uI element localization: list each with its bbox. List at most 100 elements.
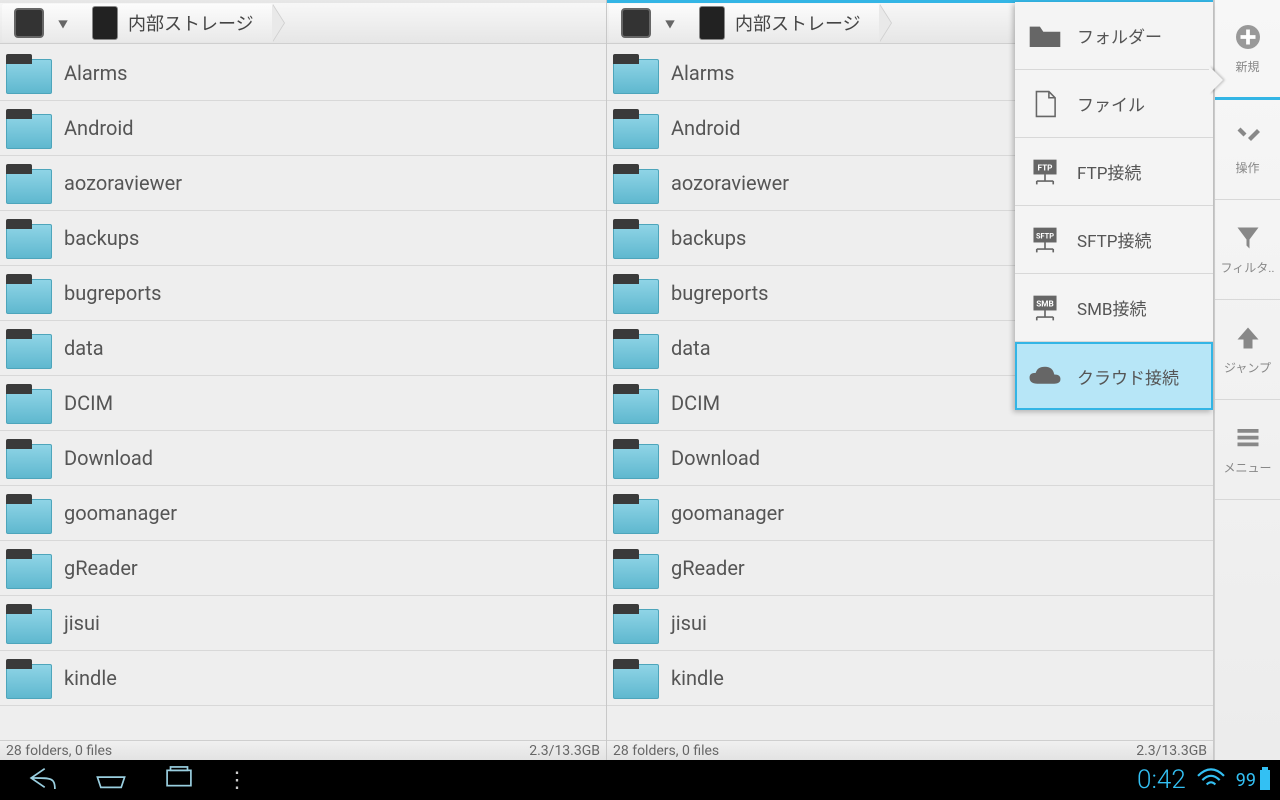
folder-name: backups: [64, 226, 139, 250]
folder-icon: [613, 384, 657, 422]
smb-icon: SMB: [1027, 293, 1063, 323]
breadcrumb-root[interactable]: ▼: [2, 4, 86, 42]
list-item[interactable]: kindle: [607, 651, 1213, 706]
list-item[interactable]: goomanager: [0, 486, 606, 541]
status-bar-right: 28 folders, 0 files 2.3/13.3GB: [607, 740, 1213, 760]
folder-name: DCIM: [671, 391, 720, 415]
folder-icon: [613, 109, 657, 147]
folder-name: data: [671, 336, 711, 360]
battery-indicator: 99: [1236, 770, 1270, 791]
menu-label: クラウド接続: [1077, 364, 1179, 389]
clock: 0:42: [1137, 765, 1186, 795]
storage-icon: [92, 6, 118, 40]
folder-icon: [6, 274, 50, 312]
menu-label: ファイル: [1077, 91, 1145, 116]
menu-label: SMB接続: [1077, 295, 1147, 320]
list-item[interactable]: gReader: [607, 541, 1213, 596]
folder-name: Alarms: [671, 61, 734, 85]
nav-recent-button[interactable]: [162, 765, 196, 795]
folder-icon: [6, 549, 50, 587]
folder-icon: [613, 659, 657, 697]
dropdown-pointer: [1209, 66, 1223, 94]
sidebar-label: 新規: [1235, 58, 1259, 75]
folder-icon: [6, 439, 50, 477]
file-list-left[interactable]: Alarms Androidaozoraviewer backups bugrepor…: [0, 44, 606, 740]
list-item[interactable]: data: [0, 321, 606, 376]
list-item[interactable]: Android: [0, 101, 606, 156]
list-item[interactable]: Download: [0, 431, 606, 486]
status-left: 28 folders, 0 files: [6, 743, 112, 759]
folder-name: backups: [671, 226, 746, 250]
folder-name: data: [64, 336, 104, 360]
list-item[interactable]: Alarms: [0, 46, 606, 101]
breadcrumb-label: 内部ストレージ: [128, 10, 254, 36]
folder-icon: [613, 164, 657, 202]
list-item[interactable]: Download: [607, 431, 1213, 486]
folder-name: Download: [671, 446, 760, 470]
folder-name: bugreports: [671, 281, 768, 305]
storage-icon: [699, 6, 725, 40]
folder-name: bugreports: [64, 281, 161, 305]
folder-icon: [6, 219, 50, 257]
menu-item-smb[interactable]: SMB SMB接続: [1015, 274, 1213, 342]
nav-overflow-icon[interactable]: ⋮: [226, 768, 250, 793]
folder-name: Alarms: [64, 61, 127, 85]
folder-icon: [6, 54, 50, 92]
nav-back-button[interactable]: [26, 765, 60, 795]
folder-icon: [613, 549, 657, 587]
svg-text:FTP: FTP: [1038, 163, 1053, 173]
breadcrumb-storage[interactable]: 内部ストレージ: [80, 4, 272, 42]
menu-item-cloud[interactable]: クラウド接続: [1015, 342, 1213, 410]
breadcrumb-storage[interactable]: 内部ストレージ: [687, 4, 879, 42]
folder-name: Download: [64, 446, 153, 470]
svg-text:SMB: SMB: [1036, 299, 1054, 309]
sidebar-label: メニュー: [1223, 459, 1271, 476]
sidebar-filter[interactable]: フィルタ..: [1215, 200, 1280, 300]
sftp-icon: SFTP: [1027, 225, 1063, 255]
status-left: 28 folders, 0 files: [613, 743, 719, 759]
folder-icon: [613, 54, 657, 92]
status-right: 2.3/13.3GB: [1136, 743, 1207, 759]
list-item[interactable]: aozoraviewer: [0, 156, 606, 211]
folder-name: jisui: [64, 611, 100, 635]
nav-home-button[interactable]: [94, 765, 128, 795]
cloud-icon: [1027, 361, 1063, 391]
menu-item-folder[interactable]: フォルダー: [1015, 2, 1213, 70]
device-icon: [14, 8, 44, 38]
app-root: ▼ 内部ストレージ Alarms Androidaozoraviewer backu…: [0, 0, 1280, 760]
pane-right: ▼ 内部ストレージ AlarmsAndroidaozoraviewerbacku…: [607, 0, 1214, 760]
list-item[interactable]: DCIM: [0, 376, 606, 431]
sidebar-menu[interactable]: メニュー: [1215, 400, 1280, 500]
folder-icon: [613, 439, 657, 477]
new-menu-dropdown: フォルダーファイル FTPFTP接続 SFTP SFTP接続 SMB SMB接続クラウド接…: [1015, 2, 1213, 410]
folder-icon: [613, 329, 657, 367]
folder-name: kindle: [64, 666, 117, 690]
menu-item-file[interactable]: ファイル: [1015, 70, 1213, 138]
folder-name: goomanager: [671, 501, 784, 525]
action-sidebar: 新規操作フィルタ.. ジャンプメニュー: [1214, 0, 1280, 760]
folder-name: goomanager: [64, 501, 177, 525]
status-bar-left: 28 folders, 0 files 2.3/13.3GB: [0, 740, 606, 760]
device-icon: [621, 8, 651, 38]
breadcrumb-root[interactable]: ▼: [609, 4, 693, 42]
list-item[interactable]: kindle: [0, 651, 606, 706]
folder-icon: [1027, 21, 1063, 51]
sidebar-plus[interactable]: 新規: [1215, 0, 1280, 100]
menu-item-sftp[interactable]: SFTP SFTP接続: [1015, 206, 1213, 274]
folder-name: gReader: [64, 556, 138, 580]
chevron-down-icon: ▼: [58, 16, 68, 31]
list-item[interactable]: backups: [0, 211, 606, 266]
list-item[interactable]: goomanager: [607, 486, 1213, 541]
menu-label: SFTP接続: [1077, 227, 1152, 252]
folder-icon: [613, 494, 657, 532]
menu-item-ftp[interactable]: FTPFTP接続: [1015, 138, 1213, 206]
chevron-down-icon: ▼: [665, 16, 675, 31]
list-item[interactable]: jisui: [0, 596, 606, 651]
sidebar-tools[interactable]: 操作: [1215, 100, 1280, 200]
sidebar-label: ジャンプ: [1224, 359, 1271, 376]
folder-name: jisui: [671, 611, 707, 635]
list-item[interactable]: bugreports: [0, 266, 606, 321]
sidebar-up[interactable]: ジャンプ: [1215, 300, 1280, 400]
list-item[interactable]: jisui: [607, 596, 1213, 651]
list-item[interactable]: gReader: [0, 541, 606, 596]
